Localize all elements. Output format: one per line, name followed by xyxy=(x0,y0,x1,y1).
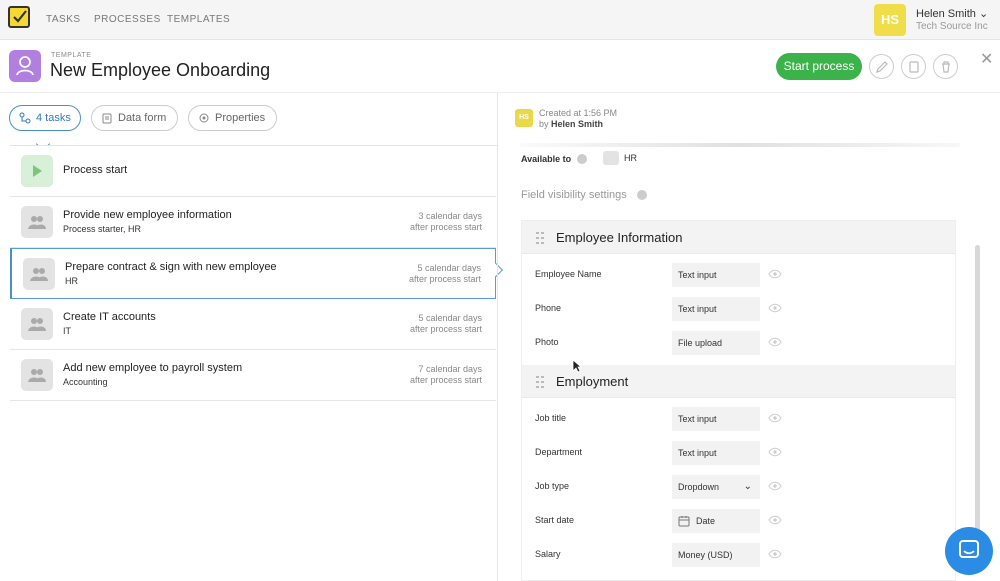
scroll-shadow xyxy=(520,143,960,147)
start-process-button[interactable]: Start process xyxy=(776,53,862,80)
field-label: Photo xyxy=(535,337,559,347)
group-icon xyxy=(603,151,619,165)
field-type[interactable]: Text input xyxy=(672,297,760,321)
field-type[interactable]: Text input xyxy=(672,441,760,465)
task-process-start[interactable]: Process start xyxy=(10,146,496,197)
field-label: Phone xyxy=(535,303,562,313)
data-form-panel: Employee Information Employee Name Text … xyxy=(521,220,956,581)
template-label: TEMPLATE xyxy=(51,52,92,59)
clipboard-icon xyxy=(102,113,112,124)
task-row[interactable]: Provide new employee information Process… xyxy=(10,197,496,248)
nav-tasks[interactable]: TASKS xyxy=(46,14,81,25)
template-header: TEMPLATE New Employee Onboarding Start p… xyxy=(0,41,1000,93)
field-label: Job type xyxy=(535,481,570,491)
field-type[interactable]: Text input xyxy=(672,263,760,287)
help-icon[interactable] xyxy=(577,154,587,164)
field-type[interactable]: Text input xyxy=(672,407,760,431)
field-type-dropdown[interactable]: Dropdown ⌄ xyxy=(672,475,760,499)
help-icon[interactable] xyxy=(637,190,647,200)
group-icon xyxy=(21,359,53,391)
copy-icon xyxy=(909,61,919,73)
eye-icon[interactable] xyxy=(768,481,782,491)
field-type[interactable]: File upload xyxy=(672,331,760,355)
page-title[interactable]: New Employee Onboarding xyxy=(50,60,270,81)
user-menu[interactable]: Helen Smith ⌄ xyxy=(916,7,988,20)
nav-processes[interactable]: PROCESSES xyxy=(94,14,161,25)
eye-icon[interactable] xyxy=(768,447,782,457)
flow-icon xyxy=(19,112,31,124)
created-at: Created at 1:56 PM xyxy=(539,108,618,118)
field-label: Start date xyxy=(535,515,575,525)
calendar-icon xyxy=(678,516,690,527)
copy-button[interactable] xyxy=(901,54,926,79)
edit-button[interactable] xyxy=(869,54,894,79)
scrollbar[interactable] xyxy=(975,245,980,555)
field-label: Employee Name xyxy=(535,269,602,279)
eye-icon[interactable] xyxy=(768,269,782,279)
task-row[interactable]: Create IT accounts IT 5 calendar days af… xyxy=(10,299,496,350)
chevron-down-icon: ⌄ xyxy=(743,481,752,492)
field-visibility-label: Field visibility settings xyxy=(521,189,627,201)
group-icon xyxy=(21,308,53,340)
group-icon xyxy=(23,258,55,290)
drag-handle-icon[interactable] xyxy=(536,232,546,244)
eye-icon[interactable] xyxy=(768,515,782,525)
task-row[interactable]: Add new employee to payroll system Accou… xyxy=(10,350,496,401)
task-row-selected[interactable]: Prepare contract & sign with new employe… xyxy=(10,248,496,299)
pencil-icon xyxy=(876,61,888,73)
app-logo[interactable] xyxy=(8,6,30,28)
created-by: by Helen Smith xyxy=(539,119,604,129)
section-employee-information[interactable]: Employee Information xyxy=(522,221,955,254)
chat-icon xyxy=(959,540,979,558)
user-org: Tech Source Inc xyxy=(916,21,988,32)
panel-divider xyxy=(497,93,498,581)
chevron-down-icon: ⌄ xyxy=(978,8,989,20)
group-icon xyxy=(21,206,53,238)
trash-icon xyxy=(942,61,950,73)
chat-button[interactable] xyxy=(945,527,993,575)
top-navbar: TASKS PROCESSES TEMPLATES HS Helen Smith… xyxy=(0,0,1000,40)
view-tabs: 4 tasks Data form Properties xyxy=(0,93,497,145)
field-label: Job title xyxy=(535,413,567,423)
tab-properties[interactable]: Properties xyxy=(188,105,277,131)
field-label: Salary xyxy=(535,549,561,559)
template-icon xyxy=(9,50,41,82)
user-avatar[interactable]: HS xyxy=(874,4,906,36)
available-to-value[interactable]: HR xyxy=(624,153,637,163)
mouse-cursor-icon xyxy=(572,359,582,373)
field-type-date[interactable]: Date xyxy=(672,509,760,533)
eye-icon[interactable] xyxy=(768,549,782,559)
gear-icon xyxy=(199,113,209,123)
section-employment[interactable]: Employment xyxy=(522,365,955,398)
available-to-label: Available to xyxy=(521,154,572,164)
eye-icon[interactable] xyxy=(768,337,782,347)
tab-data-form[interactable]: Data form xyxy=(91,105,178,131)
task-list: Process start Provide new employee infor… xyxy=(10,145,497,401)
nav-templates[interactable]: TEMPLATES xyxy=(167,14,230,25)
delete-button[interactable] xyxy=(933,54,958,79)
tab-tasks[interactable]: 4 tasks xyxy=(9,105,81,131)
drag-handle-icon[interactable] xyxy=(536,376,546,388)
eye-icon[interactable] xyxy=(768,303,782,313)
close-icon[interactable]: ✕ xyxy=(980,49,993,69)
play-icon xyxy=(21,155,53,187)
field-type[interactable]: Money (USD) xyxy=(672,543,760,567)
creator-avatar: HS xyxy=(515,109,533,127)
field-label: Department xyxy=(535,447,583,457)
eye-icon[interactable] xyxy=(768,413,782,423)
